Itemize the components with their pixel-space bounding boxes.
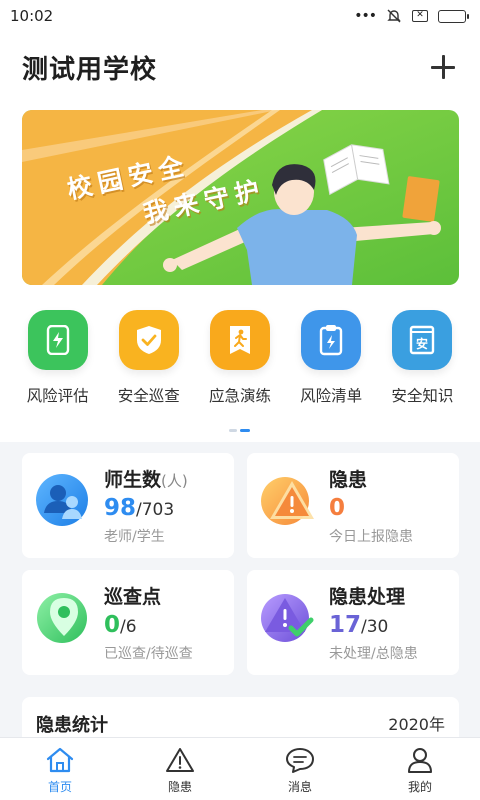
quick-risk-assessment[interactable]: 风险评估	[16, 310, 100, 410]
warning-check-icon	[261, 594, 314, 642]
page-title: 测试用学校	[22, 54, 158, 85]
chat-bubble-icon	[286, 748, 314, 773]
card-hazard-handling[interactable]: 隐患处理 17/30 未处理/总隐患	[247, 570, 459, 675]
mute-bell-icon	[386, 8, 402, 24]
pager-dot	[229, 429, 237, 432]
status-bar: 10:02 ••• ✕	[0, 0, 480, 32]
tab-home[interactable]: 首页	[0, 738, 120, 800]
status-time: 10:02	[10, 7, 54, 25]
card-title: 师生数(人)	[104, 469, 188, 491]
card-title: 巡查点	[104, 586, 162, 608]
pager-dot-active	[240, 429, 250, 432]
close-box-icon: ✕	[412, 10, 428, 22]
lightning-card-icon	[27, 310, 88, 370]
home-icon	[46, 747, 74, 773]
tab-messages[interactable]: 消息	[240, 738, 360, 800]
people-icon	[36, 474, 88, 526]
card-value: 98/703	[104, 495, 175, 521]
clipboard-icon	[301, 310, 362, 370]
banner[interactable]: 校园安全 我来守护	[22, 110, 459, 285]
card-patrol-points[interactable]: 巡查点 0/6 已巡查/待巡查	[22, 570, 234, 675]
user-icon	[408, 748, 432, 773]
card-title: 隐患	[329, 469, 368, 491]
card-value: 17/30	[329, 612, 389, 638]
stats-year-selector[interactable]: 2020年	[388, 711, 445, 735]
warning-triangle-icon	[166, 748, 194, 772]
quick-label: 风险评估	[26, 387, 89, 405]
quick-label: 安全知识	[391, 387, 454, 405]
status-icons: ••• ✕	[354, 8, 469, 24]
card-people[interactable]: 师生数(人) 98/703 老师/学生	[22, 453, 234, 558]
quick-emergency-drill[interactable]: 应急演练	[198, 310, 282, 410]
tab-profile[interactable]: 我的	[360, 738, 480, 800]
tab-label: 首页	[47, 780, 72, 794]
card-desc: 已巡查/待巡查	[104, 646, 193, 662]
card-value: 0/6	[104, 612, 137, 638]
book-icon: 安	[392, 310, 453, 370]
shield-check-icon	[118, 310, 179, 370]
banner-pager	[229, 429, 250, 432]
more-dots-icon: •••	[354, 8, 377, 24]
battery-icon	[438, 9, 469, 23]
quick-actions: 风险评估 安全巡查 应急演练 风险清单 安 安全知识	[0, 310, 480, 410]
running-person-icon	[209, 310, 270, 370]
tab-label: 消息	[287, 780, 312, 794]
quick-label: 安全巡查	[117, 387, 180, 405]
bottom-tab-bar: 首页 隐患 消息 我的	[0, 737, 480, 800]
card-desc: 今日上报隐患	[329, 529, 413, 545]
tab-label: 我的	[407, 780, 432, 794]
svg-text:安: 安	[416, 336, 428, 351]
quick-safety-knowledge[interactable]: 安 安全知识	[380, 310, 464, 410]
quick-safety-patrol[interactable]: 安全巡查	[107, 310, 191, 410]
warning-icon	[261, 477, 314, 525]
card-desc: 未处理/总隐患	[329, 646, 418, 662]
header: 测试用学校	[0, 32, 480, 102]
add-button[interactable]	[428, 52, 458, 82]
location-pin-icon	[37, 593, 87, 643]
quick-label: 风险清单	[300, 387, 363, 405]
stats-title: 隐患统计	[36, 715, 108, 736]
card-value: 0	[329, 495, 346, 521]
tab-hazard[interactable]: 隐患	[120, 738, 240, 800]
card-hazard[interactable]: 隐患 0 今日上报隐患	[247, 453, 459, 558]
tab-label: 隐患	[167, 780, 192, 794]
card-title: 隐患处理	[329, 586, 406, 608]
quick-risk-list[interactable]: 风险清单	[289, 310, 373, 410]
quick-label: 应急演练	[208, 387, 271, 405]
card-desc: 老师/学生	[104, 529, 165, 545]
